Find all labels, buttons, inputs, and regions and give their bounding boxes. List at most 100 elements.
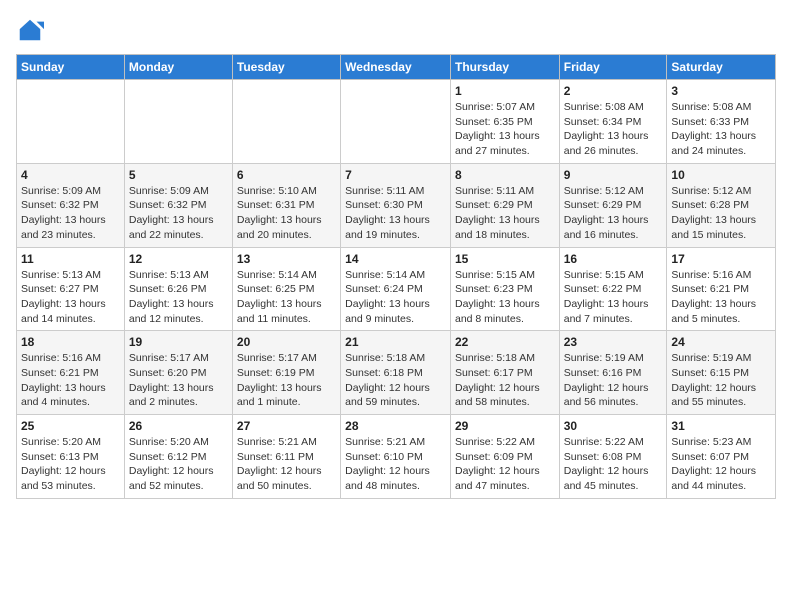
- day-number: 12: [129, 252, 228, 266]
- calendar-cell: 16 Sunrise: 5:15 AM Sunset: 6:22 PM Dayli…: [559, 247, 667, 331]
- calendar-cell: 2 Sunrise: 5:08 AM Sunset: 6:34 PM Daylig…: [559, 80, 667, 164]
- day-info: Sunrise: 5:17 AM Sunset: 6:20 PM Dayligh…: [129, 351, 228, 410]
- day-info: Sunrise: 5:12 AM Sunset: 6:29 PM Dayligh…: [564, 184, 663, 243]
- day-info: Sunrise: 5:15 AM Sunset: 6:22 PM Dayligh…: [564, 268, 663, 327]
- calendar-cell: 29 Sunrise: 5:22 AM Sunset: 6:09 PM Dayli…: [450, 415, 559, 499]
- day-info: Sunrise: 5:19 AM Sunset: 6:16 PM Dayligh…: [564, 351, 663, 410]
- calendar-cell: 24 Sunrise: 5:19 AM Sunset: 6:15 PM Dayli…: [667, 331, 776, 415]
- calendar-cell: 22 Sunrise: 5:18 AM Sunset: 6:17 PM Dayli…: [450, 331, 559, 415]
- calendar-cell: 13 Sunrise: 5:14 AM Sunset: 6:25 PM Dayli…: [232, 247, 340, 331]
- day-number: 10: [671, 168, 771, 182]
- header-friday: Friday: [559, 55, 667, 80]
- header-tuesday: Tuesday: [232, 55, 340, 80]
- day-info: Sunrise: 5:08 AM Sunset: 6:33 PM Dayligh…: [671, 100, 771, 159]
- day-number: 24: [671, 335, 771, 349]
- calendar-cell: 14Sunrise: 5:14 AM Sunset: 6:24 PM Dayli…: [341, 247, 451, 331]
- day-info: Sunrise: 5:22 AM Sunset: 6:08 PM Dayligh…: [564, 435, 663, 494]
- header-wednesday: Wednesday: [341, 55, 451, 80]
- day-number: 4: [21, 168, 120, 182]
- calendar-cell: [124, 80, 232, 164]
- day-info: Sunrise: 5:07 AM Sunset: 6:35 PM Dayligh…: [455, 100, 555, 159]
- day-info: Sunrise: 5:20 AM Sunset: 6:13 PM Dayligh…: [21, 435, 120, 494]
- day-number: 28: [345, 419, 446, 433]
- day-number: 11: [21, 252, 120, 266]
- day-info: Sunrise: 5:16 AM Sunset: 6:21 PM Dayligh…: [671, 268, 771, 327]
- calendar-cell: 3 Sunrise: 5:08 AM Sunset: 6:33 PM Daylig…: [667, 80, 776, 164]
- day-info: Sunrise: 5:21 AM Sunset: 6:11 PM Dayligh…: [237, 435, 336, 494]
- day-info: Sunrise: 5:15 AM Sunset: 6:23 PM Dayligh…: [455, 268, 555, 327]
- calendar-cell: 7 Sunrise: 5:11 AM Sunset: 6:30 PM Daylig…: [341, 163, 451, 247]
- day-number: 7: [345, 168, 446, 182]
- day-info: Sunrise: 5:13 AM Sunset: 6:27 PM Dayligh…: [21, 268, 120, 327]
- day-number: 3: [671, 84, 771, 98]
- calendar-cell: 18Sunrise: 5:16 AM Sunset: 6:21 PM Dayli…: [17, 331, 125, 415]
- page-header: [16, 16, 776, 44]
- day-number: 9: [564, 168, 663, 182]
- day-info: Sunrise: 5:14 AM Sunset: 6:25 PM Dayligh…: [237, 268, 336, 327]
- day-info: Sunrise: 5:17 AM Sunset: 6:19 PM Dayligh…: [237, 351, 336, 410]
- day-number: 13: [237, 252, 336, 266]
- day-number: 29: [455, 419, 555, 433]
- day-info: Sunrise: 5:18 AM Sunset: 6:17 PM Dayligh…: [455, 351, 555, 410]
- day-info: Sunrise: 5:08 AM Sunset: 6:34 PM Dayligh…: [564, 100, 663, 159]
- calendar-week-1: 1 Sunrise: 5:07 AM Sunset: 6:35 PM Daylig…: [17, 80, 776, 164]
- day-number: 23: [564, 335, 663, 349]
- calendar-cell: 4 Sunrise: 5:09 AM Sunset: 6:32 PM Daylig…: [17, 163, 125, 247]
- header-saturday: Saturday: [667, 55, 776, 80]
- calendar-cell: [341, 80, 451, 164]
- day-number: 31: [671, 419, 771, 433]
- day-number: 6: [237, 168, 336, 182]
- day-info: Sunrise: 5:22 AM Sunset: 6:09 PM Dayligh…: [455, 435, 555, 494]
- calendar-cell: 27 Sunrise: 5:21 AM Sunset: 6:11 PM Dayli…: [232, 415, 340, 499]
- day-info: Sunrise: 5:09 AM Sunset: 6:32 PM Dayligh…: [129, 184, 228, 243]
- day-number: 25: [21, 419, 120, 433]
- logo-icon: [16, 16, 44, 44]
- calendar-cell: 11 Sunrise: 5:13 AM Sunset: 6:27 PM Dayli…: [17, 247, 125, 331]
- header-thursday: Thursday: [450, 55, 559, 80]
- day-number: 17: [671, 252, 771, 266]
- day-number: 14: [345, 252, 446, 266]
- calendar-cell: 30Sunrise: 5:22 AM Sunset: 6:08 PM Dayli…: [559, 415, 667, 499]
- calendar-cell: 10 Sunrise: 5:12 AM Sunset: 6:28 PM Dayli…: [667, 163, 776, 247]
- day-number: 27: [237, 419, 336, 433]
- calendar-cell: [17, 80, 125, 164]
- day-info: Sunrise: 5:21 AM Sunset: 6:10 PM Dayligh…: [345, 435, 446, 494]
- calendar-cell: 9 Sunrise: 5:12 AM Sunset: 6:29 PM Daylig…: [559, 163, 667, 247]
- day-info: Sunrise: 5:18 AM Sunset: 6:18 PM Dayligh…: [345, 351, 446, 410]
- calendar-week-5: 25 Sunrise: 5:20 AM Sunset: 6:13 PM Dayli…: [17, 415, 776, 499]
- day-info: Sunrise: 5:10 AM Sunset: 6:31 PM Dayligh…: [237, 184, 336, 243]
- day-info: Sunrise: 5:13 AM Sunset: 6:26 PM Dayligh…: [129, 268, 228, 327]
- header-monday: Monday: [124, 55, 232, 80]
- day-info: Sunrise: 5:23 AM Sunset: 6:07 PM Dayligh…: [671, 435, 771, 494]
- day-number: 22: [455, 335, 555, 349]
- calendar-cell: 25 Sunrise: 5:20 AM Sunset: 6:13 PM Dayli…: [17, 415, 125, 499]
- calendar-cell: [232, 80, 340, 164]
- calendar-header-row: SundayMondayTuesdayWednesdayThursdayFrid…: [17, 55, 776, 80]
- calendar-cell: 28 Sunrise: 5:21 AM Sunset: 6:10 PM Dayli…: [341, 415, 451, 499]
- calendar-cell: 6 Sunrise: 5:10 AM Sunset: 6:31 PM Daylig…: [232, 163, 340, 247]
- day-number: 16: [564, 252, 663, 266]
- day-number: 2: [564, 84, 663, 98]
- day-number: 1: [455, 84, 555, 98]
- calendar-week-2: 4 Sunrise: 5:09 AM Sunset: 6:32 PM Daylig…: [17, 163, 776, 247]
- day-number: 19: [129, 335, 228, 349]
- calendar-cell: 12 Sunrise: 5:13 AM Sunset: 6:26 PM Dayli…: [124, 247, 232, 331]
- day-number: 8: [455, 168, 555, 182]
- day-info: Sunrise: 5:19 AM Sunset: 6:15 PM Dayligh…: [671, 351, 771, 410]
- day-number: 15: [455, 252, 555, 266]
- calendar-cell: 1 Sunrise: 5:07 AM Sunset: 6:35 PM Daylig…: [450, 80, 559, 164]
- calendar-cell: 17 Sunrise: 5:16 AM Sunset: 6:21 PM Dayli…: [667, 247, 776, 331]
- day-info: Sunrise: 5:09 AM Sunset: 6:32 PM Dayligh…: [21, 184, 120, 243]
- calendar-cell: 23 Sunrise: 5:19 AM Sunset: 6:16 PM Dayli…: [559, 331, 667, 415]
- calendar-cell: 26 Sunrise: 5:20 AM Sunset: 6:12 PM Dayli…: [124, 415, 232, 499]
- day-info: Sunrise: 5:16 AM Sunset: 6:21 PM Dayligh…: [21, 351, 120, 410]
- day-info: Sunrise: 5:12 AM Sunset: 6:28 PM Dayligh…: [671, 184, 771, 243]
- calendar-cell: 15 Sunrise: 5:15 AM Sunset: 6:23 PM Dayli…: [450, 247, 559, 331]
- day-info: Sunrise: 5:11 AM Sunset: 6:29 PM Dayligh…: [455, 184, 555, 243]
- calendar-cell: 19 Sunrise: 5:17 AM Sunset: 6:20 PM Dayli…: [124, 331, 232, 415]
- day-info: Sunrise: 5:20 AM Sunset: 6:12 PM Dayligh…: [129, 435, 228, 494]
- day-number: 26: [129, 419, 228, 433]
- day-info: Sunrise: 5:11 AM Sunset: 6:30 PM Dayligh…: [345, 184, 446, 243]
- calendar-cell: 21Sunrise: 5:18 AM Sunset: 6:18 PM Dayli…: [341, 331, 451, 415]
- day-number: 5: [129, 168, 228, 182]
